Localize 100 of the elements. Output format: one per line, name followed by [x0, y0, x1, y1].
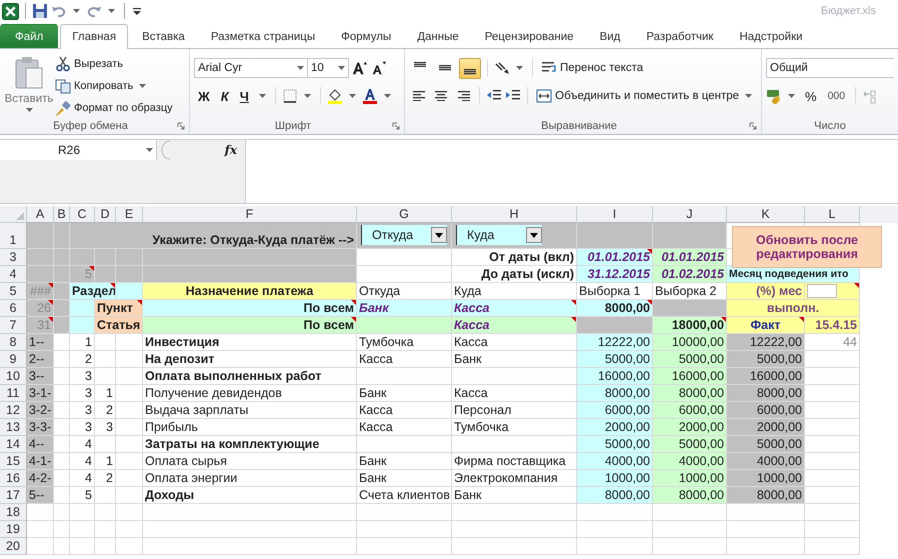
column-header[interactable]: G — [357, 206, 452, 223]
cut-button[interactable]: Вырезать — [54, 54, 174, 74]
caret-icon — [73, 9, 80, 13]
row-header[interactable]: 4 — [0, 266, 27, 283]
copy-button[interactable]: Копировать — [54, 76, 174, 96]
ribbon-tab[interactable]: Формулы — [329, 24, 404, 48]
dropdown-field[interactable]: Куда — [456, 225, 542, 245]
table-cell: 5000,00 — [653, 436, 727, 453]
copy-icon — [55, 78, 71, 94]
table-cell: По всем — [143, 317, 357, 334]
column-header[interactable]: J — [653, 206, 727, 223]
row-header[interactable]: 17 — [0, 487, 27, 504]
align-button[interactable] — [459, 58, 481, 78]
fill-color-icon[interactable] — [326, 88, 343, 104]
save-icon[interactable] — [32, 3, 48, 19]
table-cell: 4000,00 — [727, 453, 805, 470]
table-cell: 01.01.2015 — [577, 249, 653, 266]
currency-icon[interactable] — [766, 88, 782, 104]
ribbon-tab[interactable]: Вставка — [130, 24, 197, 48]
ribbon-tab[interactable]: Разработчик — [634, 24, 726, 48]
number-format-field[interactable]: Общий — [766, 58, 894, 78]
row-header[interactable]: 19 — [0, 521, 27, 538]
table-cell: Пункт — [95, 300, 143, 317]
column-header[interactable]: D — [95, 206, 116, 223]
bold-button[interactable]: Ж — [194, 86, 214, 106]
row-header[interactable]: 8 — [0, 334, 27, 351]
merge-center-button[interactable]: Объединить и поместить в центре — [534, 88, 758, 104]
text-orientation-icon[interactable] — [494, 60, 510, 76]
row-header[interactable]: 15 — [0, 453, 27, 470]
font-name-field[interactable]: Arial Cyr — [194, 58, 308, 78]
shrink-font-icon[interactable] — [371, 60, 387, 76]
row-header[interactable]: 12 — [0, 402, 27, 419]
font-color-icon[interactable] — [362, 88, 378, 104]
input-field[interactable] — [807, 284, 837, 298]
ribbon-tab[interactable]: Надстройки — [727, 24, 815, 48]
table-cell: Банк — [452, 487, 577, 504]
italic-button[interactable]: К — [216, 86, 233, 106]
wrap-text-button[interactable]: Перенос текста — [539, 60, 646, 76]
font-size-field[interactable]: 10 — [307, 58, 349, 78]
table-cell: 4000,00 — [653, 453, 727, 470]
table-cell: Выборка 2 — [653, 283, 727, 300]
underline-button[interactable]: Ч — [236, 86, 253, 106]
grow-font-icon[interactable] — [352, 60, 368, 76]
ribbon-tab[interactable]: Разметка страницы — [198, 24, 328, 48]
dialog-launcher-icon[interactable] — [749, 122, 757, 130]
column-header[interactable]: F — [143, 206, 357, 223]
row-header[interactable]: 1 — [0, 223, 27, 249]
row-header[interactable]: 13 — [0, 419, 27, 436]
table-cell: 1000,00 — [653, 470, 727, 487]
table-cell: 8000,00 — [577, 487, 653, 504]
paste-button[interactable]: Вставить — [4, 52, 54, 118]
thousands-button[interactable]: 000 — [824, 86, 850, 106]
dialog-launcher-icon[interactable] — [392, 122, 400, 130]
insert-function-button[interactable]: fx — [224, 140, 237, 160]
column-header[interactable]: C — [70, 206, 95, 223]
row-header[interactable]: 6 — [0, 300, 27, 317]
table-cell: 31 — [27, 317, 54, 334]
column-header[interactable]: L — [805, 206, 860, 223]
row-header[interactable]: 10 — [0, 368, 27, 385]
percent-button[interactable]: % — [801, 86, 821, 106]
format-painter-button[interactable]: Формат по образцу — [54, 98, 174, 118]
column-header[interactable]: H — [452, 206, 577, 223]
row-header[interactable]: 14 — [0, 436, 27, 453]
column-header[interactable]: K — [727, 206, 805, 223]
row-header[interactable]: 7 — [0, 317, 27, 334]
table-cell: 44 — [805, 334, 860, 351]
ribbon-tab[interactable]: Вид — [588, 24, 632, 48]
table-cell: Электрокомпания — [452, 470, 577, 487]
resize-grip-icon[interactable] — [161, 140, 171, 160]
ribbon-tab[interactable]: Главная — [60, 24, 128, 49]
row-header[interactable]: 16 — [0, 470, 27, 487]
column-header[interactable]: A — [27, 206, 54, 223]
name-box[interactable]: R26 — [0, 140, 157, 160]
table-cell: 8000,00 — [727, 385, 805, 402]
row-header[interactable]: 9 — [0, 351, 27, 368]
caret-icon — [258, 94, 266, 98]
row-header[interactable]: 3 — [0, 249, 27, 266]
table-cell: По всем — [143, 300, 357, 317]
triangle-icon — [16, 212, 24, 220]
column-header[interactable]: B — [54, 206, 70, 223]
column-header[interactable]: E — [116, 206, 143, 223]
table-cell: 4 — [70, 436, 95, 453]
table-cell: До даты (искл) — [452, 266, 577, 283]
row-header[interactable]: 11 — [0, 385, 27, 402]
table-cell: 2000,00 — [727, 419, 805, 436]
row-header[interactable]: 18 — [0, 504, 27, 521]
update-button[interactable]: Обновить после редактирования — [732, 226, 882, 268]
table-cell: 01.02.2015 — [653, 266, 727, 283]
spreadsheet-logo-icon[interactable] — [2, 2, 19, 20]
dialog-launcher-icon[interactable] — [177, 122, 185, 130]
row-header[interactable]: 20 — [0, 538, 27, 555]
ribbon-tab[interactable]: Рецензирование — [472, 24, 586, 48]
ribbon-tab[interactable]: Данные — [405, 24, 471, 48]
borders-icon[interactable] — [282, 88, 298, 104]
ribbon-tab[interactable]: Файл — [0, 24, 58, 48]
column-header[interactable]: I — [577, 206, 653, 223]
row-header[interactable]: 5 — [0, 283, 27, 300]
customize-menu-icon[interactable] — [133, 7, 141, 15]
table-cell: Статья — [95, 317, 143, 334]
dropdown-field[interactable]: Откуда — [361, 225, 447, 245]
